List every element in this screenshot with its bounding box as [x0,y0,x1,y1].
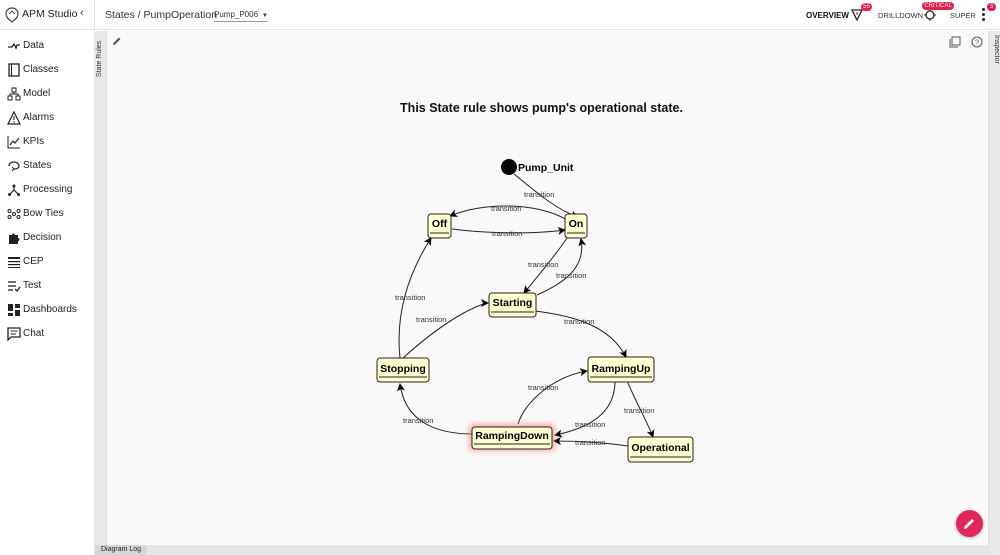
target-icon[interactable] [924,9,936,21]
state-on[interactable]: On [564,213,588,239]
sidebar-item-label: Dashboards [23,304,77,315]
transition-rampingdown-rampingup[interactable] [517,368,588,425]
initial-state-label: Pump_Unit [518,162,574,174]
book-icon [8,63,20,77]
branch-icon [8,184,20,196]
sidebar-item-cep[interactable]: CEP [0,252,95,272]
state-stopping[interactable]: Stopping [376,357,430,383]
instance-selector[interactable]: Pump_P006 ▼ [214,10,268,22]
collapse-sidebar-icon[interactable]: ‹ [80,7,84,19]
sidebar-item-label: Data [23,40,45,51]
state-diagram: Pump_Unit transition transition transiti… [376,159,694,463]
sidebar-item-bow-ties[interactable]: Bow Ties [0,204,95,224]
overview-count-badge: 55 [861,3,872,11]
sidebar-item-chat[interactable]: Chat [0,324,95,344]
funnel-alert-icon[interactable] [851,9,863,21]
edit-fab-button[interactable] [956,510,983,537]
state-starting[interactable]: Starting [488,292,537,318]
breadcrumb: States / PumpOperation [105,9,218,21]
transition-stopping-starting[interactable] [402,299,489,359]
diagram-canvas[interactable]: State Rules ? This State rule shows pump… [95,31,988,545]
cycle-icon [8,161,20,172]
sidebar-item-model[interactable]: Model [0,84,95,104]
table-icon [8,257,20,268]
brand: APM Studio ‹ [0,0,95,30]
pencil-icon [964,519,974,529]
sidebar-item-label: States [23,160,52,171]
user-label[interactable]: SUPER [950,11,976,20]
puzzle-icon [9,233,20,244]
sidebar-item-data[interactable]: Data [0,36,95,56]
sidebar-item-label: Classes [23,64,59,75]
sidebar: APM Studio ‹ Data Classes Model Alarms K… [0,0,95,555]
state-label: Starting [493,297,533,309]
transition-label: transition [575,420,605,429]
hierarchy-icon [7,87,21,101]
sidebar-item-test[interactable]: Test [0,276,95,296]
transition-label: transition [524,190,554,199]
state-label: Operational [631,442,689,454]
data-flow-icon [8,42,20,50]
state-label: RampingDown [475,430,549,442]
sidebar-item-decision[interactable]: Decision [0,228,95,248]
critical-badge: CRITICAL [922,2,954,10]
sidebar-item-classes[interactable]: Classes [0,60,95,80]
warning-icon [7,111,21,125]
overview-button[interactable]: OVERVIEW [806,11,849,20]
state-rampingup[interactable]: RampingUp [587,356,655,383]
app-root: APM Studio ‹ Data Classes Model Alarms K… [0,0,1000,555]
transition-label: transition [528,383,558,392]
notification-badge: 3 [987,3,996,11]
transition-label: transition [624,406,654,415]
sidebar-item-label: Decision [23,232,62,243]
diagram-log-tab[interactable]: Diagram Log [95,545,148,555]
state-label: On [569,218,584,230]
sidebar-item-label: Test [23,280,42,291]
transition-label: transition [556,271,586,280]
sidebar-item-kpis[interactable]: KPIs [0,132,95,152]
sidebar-item-label: Model [23,88,51,99]
top-header: States / PumpOperation Pump_P006 ▼ OVERVI… [95,0,1000,30]
trend-icon [7,136,20,149]
bowtie-icon [7,209,21,219]
sidebar-item-processing[interactable]: Processing [0,180,95,200]
bottom-bar: Diagram Log [95,545,988,555]
sidebar-item-alarms[interactable]: Alarms [0,108,95,128]
sidebar-item-label: KPIs [23,136,45,147]
transition-label: transition [575,438,605,447]
sidebar-item-label: Chat [23,328,45,339]
transition-label: transition [416,315,446,324]
state-label: Off [432,218,448,230]
sidebar-item-dashboards[interactable]: Dashboards [0,300,95,320]
transition-label: transition [564,317,594,326]
transition-label: transition [403,416,433,425]
transition-label: transition [395,293,425,302]
state-off[interactable]: Off [427,213,452,239]
state-operational[interactable]: Operational [627,436,694,463]
sidebar-item-states[interactable]: States [0,156,95,176]
sidebar-item-label: Bow Ties [23,208,64,219]
caret-down-icon: ▼ [262,13,268,19]
chat-icon [7,327,21,341]
transition-label: transition [528,260,558,269]
state-rampingdown-active[interactable]: RampingDown [469,424,555,451]
more-menu-icon[interactable] [981,7,985,22]
state-label: RampingUp [592,363,651,375]
sidebar-item-label: Alarms [23,112,55,123]
inspector-tab[interactable]: Inspector [988,31,1000,555]
transition-rampingdown-stopping[interactable] [396,383,474,435]
sidebar-item-label: Processing [23,184,73,195]
inspector-tab-label: Inspector [993,35,1000,64]
instance-value: Pump_P006 [214,10,259,19]
transition-label: transition [492,229,522,238]
dashboard-icon [8,304,20,316]
sidebar-item-label: CEP [23,256,44,267]
state-label: Stopping [380,363,426,375]
logo-icon [5,7,19,23]
transition-label: transition [491,204,521,213]
initial-state-marker [501,159,517,175]
app-name: APM Studio [22,8,78,20]
drilldown-button[interactable]: DRILLDOWN [878,11,923,20]
checklist-icon [8,281,21,292]
